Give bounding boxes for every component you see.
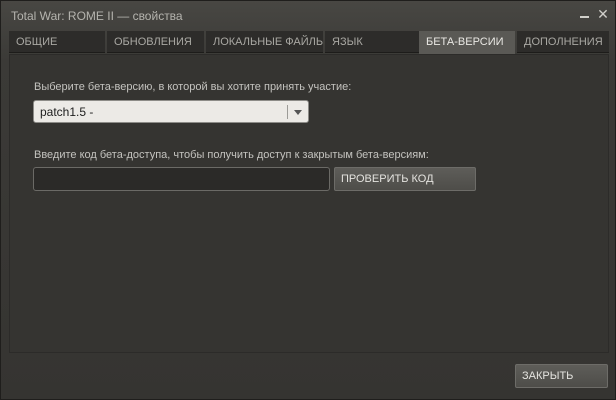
close-icon: ✕ <box>597 6 609 22</box>
beta-select-label: Выберите бета-версию, в которой вы хотит… <box>34 81 352 93</box>
minimize-icon <box>580 16 589 18</box>
tab-updates[interactable]: ОБНОВЛЕНИЯ <box>107 31 204 53</box>
close-button[interactable]: ЗАКРЫТЬ <box>515 364 608 388</box>
tab-bar: ОБЩИЕ ОБНОВЛЕНИЯ ЛОКАЛЬНЫЕ ФАЙЛЫ ЯЗЫК БЕ… <box>9 31 609 54</box>
window-title: Total War: ROME II — свойства <box>11 9 183 23</box>
beta-code-label: Введите код бета-доступа, чтобы получить… <box>34 149 429 161</box>
dropdown-separator <box>287 105 288 119</box>
beta-code-input[interactable] <box>33 167 330 191</box>
tab-content-panel <box>9 54 609 353</box>
beta-branch-dropdown[interactable]: patch1.5 - <box>33 100 309 123</box>
check-code-button[interactable]: ПРОВЕРИТЬ КОД <box>334 167 476 191</box>
minimize-button[interactable] <box>577 5 593 23</box>
properties-window: Total War: ROME II — свойства ✕ ОБЩИЕ ОБ… <box>0 0 616 400</box>
beta-branch-selected: patch1.5 - <box>40 105 94 119</box>
tab-language[interactable]: ЯЗЫК <box>325 31 419 53</box>
close-window-button[interactable]: ✕ <box>595 5 611 23</box>
tab-local-files[interactable]: ЛОКАЛЬНЫЕ ФАЙЛЫ <box>206 31 323 53</box>
tab-betas[interactable]: БЕТА-ВЕРСИИ <box>419 31 515 54</box>
chevron-down-icon <box>294 110 302 115</box>
tab-dlc[interactable]: ДОПОЛНЕНИЯ <box>517 31 609 53</box>
tab-general[interactable]: ОБЩИЕ <box>9 31 105 53</box>
